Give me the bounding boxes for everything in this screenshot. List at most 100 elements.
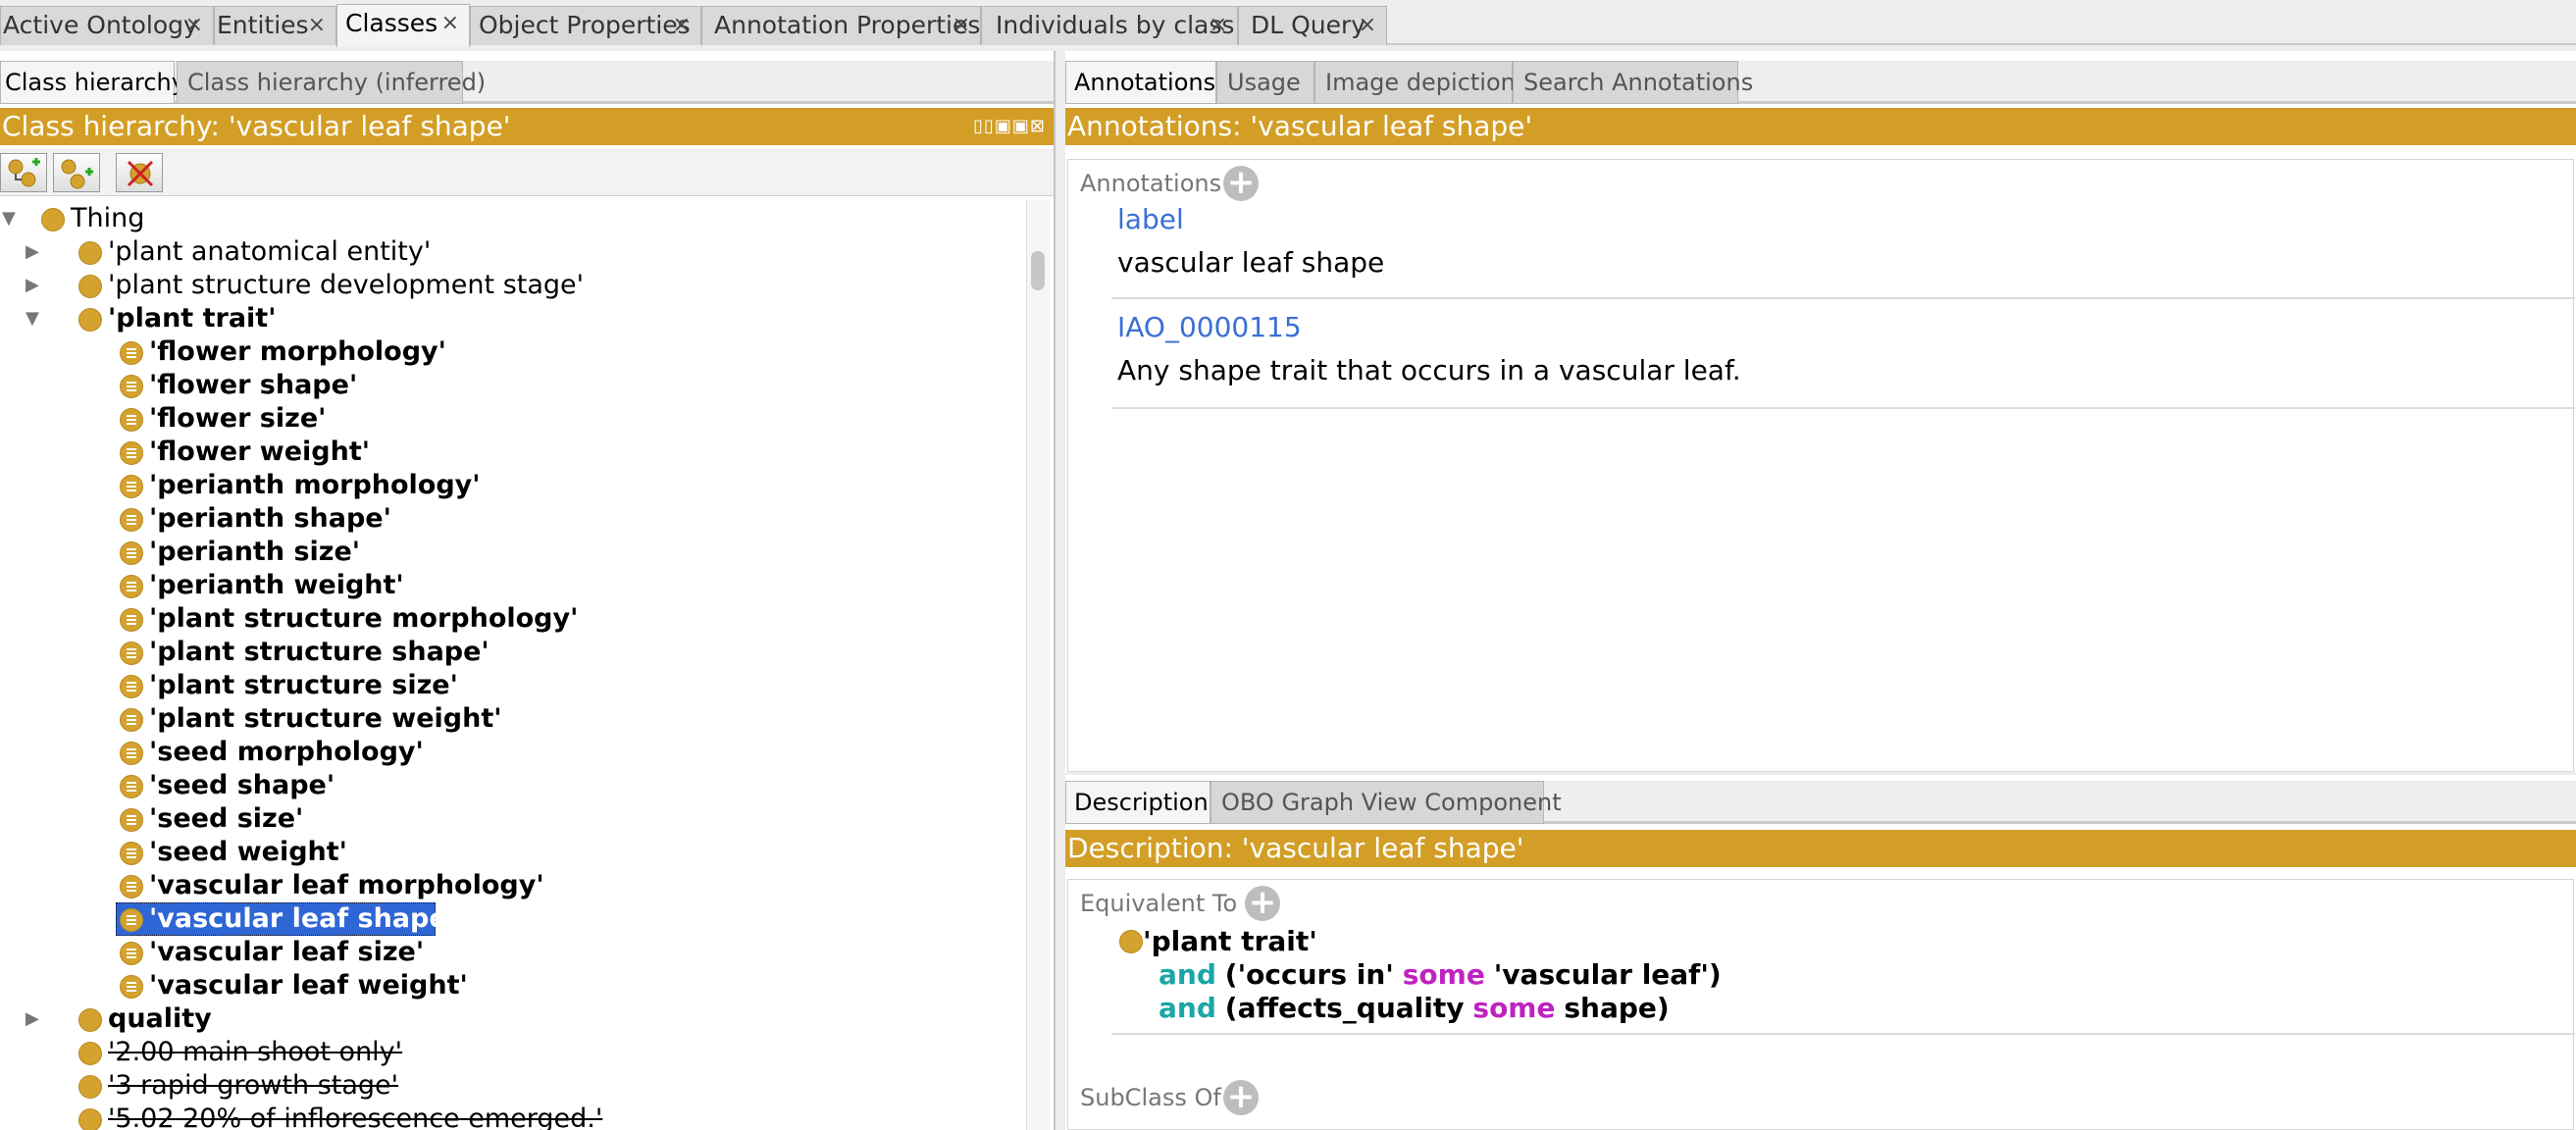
close-icon[interactable]: ×	[673, 7, 691, 44]
close-icon[interactable]: ×	[1359, 7, 1376, 44]
tab-label: Individuals by class	[996, 11, 1235, 39]
tab-individuals-by-class[interactable]: Individuals by class ×	[981, 6, 1238, 45]
property-name: (affects_quality	[1224, 992, 1465, 1024]
expand-arrow-icon[interactable]: ▶	[26, 1002, 49, 1036]
tab-image-depictions[interactable]: Image depictions	[1314, 61, 1527, 104]
tree-node[interactable]: 'vascular leaf size'	[0, 936, 1020, 969]
hierarchy-tab-bar: Class hierarchy Class hierarchy (inferre…	[0, 61, 1054, 104]
tree-node[interactable]: ▶ 'plant anatomical entity'	[0, 235, 1020, 269]
tab-search-annotations[interactable]: Search Annotations	[1513, 61, 1753, 104]
class-name: 'plant trait'	[1143, 925, 1317, 957]
expand-arrow-icon[interactable]: ▶	[26, 269, 49, 302]
tab-description[interactable]: Description	[1065, 781, 1211, 824]
divider	[1111, 297, 2575, 299]
defined-class-icon	[120, 675, 143, 698]
tree-node[interactable]: '5.02 20% of inflorescence emerged.'	[0, 1103, 1020, 1130]
tab-label: Object Properties	[479, 11, 691, 39]
collapse-arrow-icon[interactable]: ▼	[26, 302, 49, 335]
close-icon[interactable]: ×	[185, 7, 203, 44]
tab-annotations[interactable]: Annotations	[1065, 61, 1216, 104]
expand-arrow-icon[interactable]: ▶	[26, 235, 49, 269]
tab-label: Entities	[217, 11, 309, 39]
add-annotation-button[interactable]: +	[1223, 166, 1259, 201]
tree-node[interactable]: 'perianth shape'	[0, 502, 1020, 536]
workspace-tab-bar: Active Ontology × Entities × Classes × Obje…	[0, 0, 2576, 47]
tree-node[interactable]: ▶ 'plant structure development stage'	[0, 269, 1020, 302]
tree-node[interactable]: 'perianth morphology'	[0, 469, 1020, 502]
tree-node[interactable]: ▶ quality	[0, 1002, 1020, 1036]
tree-node[interactable]: 'plant structure weight'	[0, 702, 1020, 736]
class-icon	[78, 1075, 102, 1099]
tree-node[interactable]: 'seed morphology'	[0, 736, 1020, 769]
tree-node[interactable]: 'plant structure morphology'	[0, 602, 1020, 636]
add-superclass-button[interactable]: +	[1223, 1080, 1259, 1115]
delete-class-button[interactable]	[116, 153, 163, 192]
tab-dl-query[interactable]: DL Query ×	[1238, 6, 1387, 45]
equivalent-to-title: Equivalent To	[1080, 890, 1238, 917]
defined-class-icon	[120, 908, 143, 932]
tree-node-label: Thing	[71, 203, 145, 233]
close-icon[interactable]: ×	[953, 7, 970, 44]
tab-usage[interactable]: Usage	[1216, 61, 1314, 104]
add-subclass-icon	[8, 158, 40, 187]
tree-scrollbar[interactable]	[1026, 200, 1050, 1130]
tree-node[interactable]: 'flower morphology'	[0, 335, 1020, 369]
tree-node[interactable]: '3 rapid growth stage'	[0, 1069, 1020, 1103]
defined-class-icon	[120, 942, 143, 965]
tree-node[interactable]: 'perianth size'	[0, 536, 1020, 569]
close-icon[interactable]: ×	[308, 7, 326, 44]
tree-node[interactable]: 'flower weight'	[0, 436, 1020, 469]
keyword-some: some	[1402, 958, 1485, 991]
tab-active-ontology[interactable]: Active Ontology ×	[0, 6, 214, 45]
tree-node-label: 'perianth weight'	[149, 570, 404, 600]
tab-obo-graph-view[interactable]: OBO Graph View Component	[1211, 781, 1562, 824]
tab-class-hierarchy[interactable]: Class hierarchy	[0, 61, 185, 104]
annotation-property-label[interactable]: label	[1117, 203, 1184, 235]
tab-label: Annotation Properties	[714, 11, 981, 39]
tab-entities[interactable]: Entities ×	[214, 6, 336, 45]
tree-node[interactable]: 'seed weight'	[0, 836, 1020, 869]
tree-node-label: 'seed size'	[149, 803, 304, 834]
class-tree[interactable]: ▼ Thing ▶ 'plant anatomical entity' ▶ 'plant …	[0, 198, 1020, 1130]
defined-class-icon	[120, 408, 143, 432]
tree-node[interactable]: 'flower shape'	[0, 369, 1020, 402]
defined-class-icon	[120, 441, 143, 465]
close-icon[interactable]: ×	[441, 5, 459, 42]
add-subclass-button[interactable]	[0, 153, 47, 192]
tree-node-label: 'flower weight'	[149, 437, 371, 467]
view-header: Class hierarchy: 'vascular leaf shape' ▯…	[0, 108, 1054, 145]
equivalent-class-expression[interactable]: 'plant trait'	[1119, 925, 1317, 957]
tree-node[interactable]: 'vascular leaf morphology'	[0, 869, 1020, 902]
tree-node[interactable]: ▼ Thing	[0, 202, 1020, 235]
annotations-content: Annotations + label vascular leaf shape …	[1067, 159, 2575, 772]
scrollbar-thumb[interactable]	[1031, 251, 1045, 290]
tree-node[interactable]: 'seed size'	[0, 802, 1020, 836]
view-title: Description: 'vascular leaf shape'	[1067, 832, 1524, 864]
defined-class-icon	[120, 375, 143, 398]
tree-node[interactable]: 'plant structure size'	[0, 669, 1020, 702]
tree-node[interactable]: 'vascular leaf shape'	[0, 902, 1020, 936]
add-equivalent-button[interactable]: +	[1245, 886, 1280, 921]
view-window-controls[interactable]: ▯▯▣▣⊠	[973, 108, 1046, 145]
tree-node[interactable]: 'vascular leaf weight'	[0, 969, 1020, 1002]
tab-class-hierarchy-inferred[interactable]: Class hierarchy (inferred)	[177, 61, 486, 104]
close-icon[interactable]: ×	[1210, 7, 1227, 44]
annotations-tab-bar: Annotations Usage Image depictions Searc…	[1065, 61, 2576, 104]
add-sibling-class-button[interactable]	[53, 153, 100, 192]
annotation-property-definition[interactable]: IAO_0000115	[1117, 311, 1302, 343]
description-tab-bar: Description OBO Graph View Component	[1065, 781, 2576, 824]
annotations-panel: Annotations Usage Image depictions Searc…	[1065, 51, 2576, 772]
tab-label: Classes	[345, 9, 438, 37]
tree-node[interactable]: '2.00 main shoot only'	[0, 1036, 1020, 1069]
tree-node[interactable]: ▼ 'plant trait'	[0, 302, 1020, 335]
collapse-arrow-icon[interactable]: ▼	[2, 202, 26, 235]
tab-object-properties[interactable]: Object Properties ×	[470, 6, 701, 45]
tree-node[interactable]: 'seed shape'	[0, 769, 1020, 802]
tree-node[interactable]: 'flower size'	[0, 402, 1020, 436]
tree-node[interactable]: 'perianth weight'	[0, 569, 1020, 602]
tab-annotation-properties[interactable]: Annotation Properties ×	[701, 6, 981, 45]
divider	[1111, 1033, 2575, 1035]
tree-node[interactable]: 'plant structure shape'	[0, 636, 1020, 669]
tree-node-label: 'perianth morphology'	[149, 470, 481, 500]
tab-classes[interactable]: Classes ×	[336, 4, 470, 47]
